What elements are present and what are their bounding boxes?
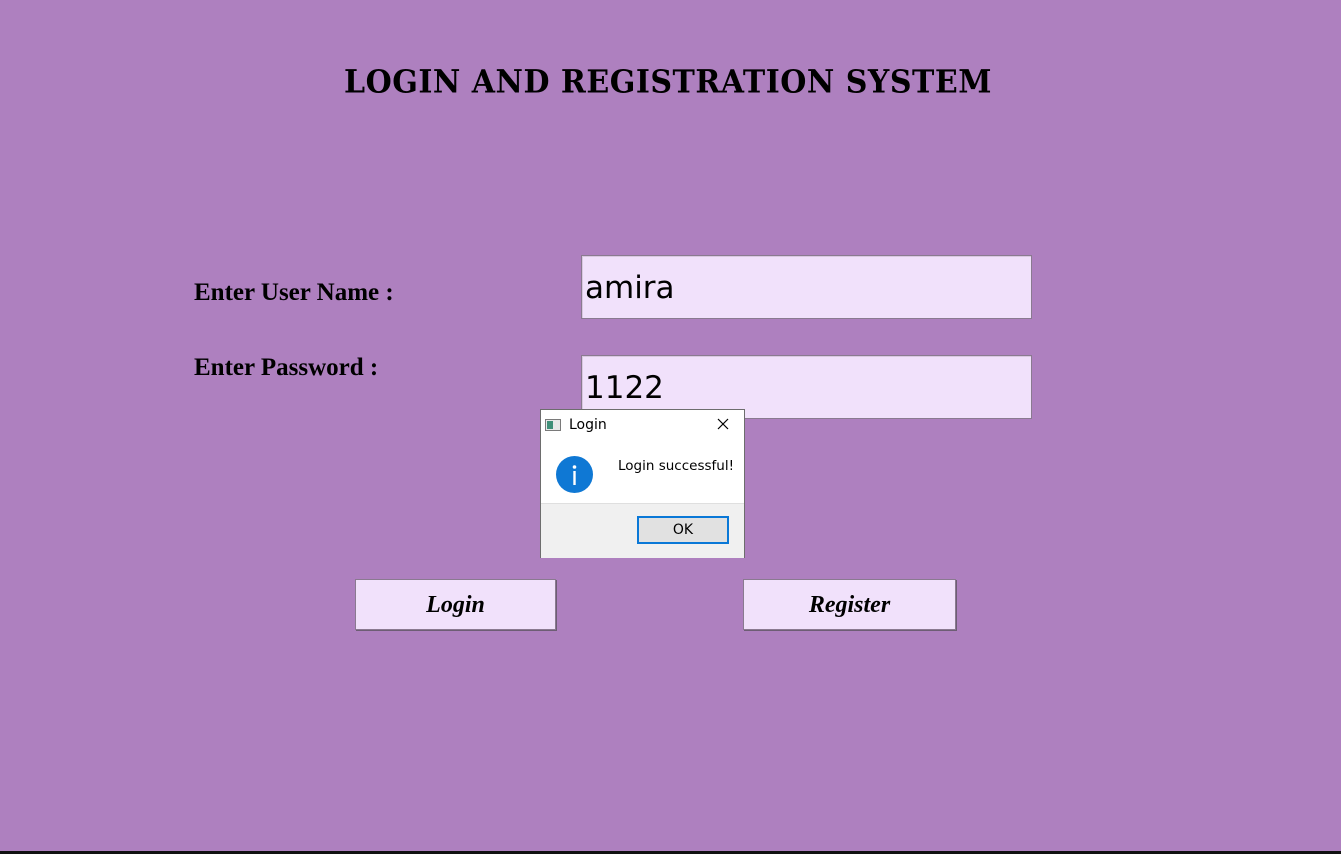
login-message-dialog: Login Login successful! OK	[540, 409, 745, 558]
page-title: LOGIN AND REGISTRATION SYSTEM	[344, 64, 992, 101]
ok-button[interactable]: OK	[637, 516, 729, 544]
username-input[interactable]: amira	[581, 255, 1032, 319]
app-window-icon	[545, 419, 561, 431]
dialog-titlebar[interactable]: Login	[541, 410, 744, 440]
dialog-footer: OK	[541, 503, 744, 558]
close-icon[interactable]	[711, 415, 735, 435]
dialog-body: Login successful!	[541, 440, 744, 503]
dialog-message: Login successful!	[618, 458, 734, 474]
password-label: Enter Password :	[194, 354, 379, 381]
info-icon	[556, 456, 593, 493]
dialog-title: Login	[569, 417, 607, 433]
username-label: Enter User Name :	[194, 279, 394, 306]
login-button[interactable]: Login	[355, 579, 556, 630]
register-button[interactable]: Register	[743, 579, 956, 630]
